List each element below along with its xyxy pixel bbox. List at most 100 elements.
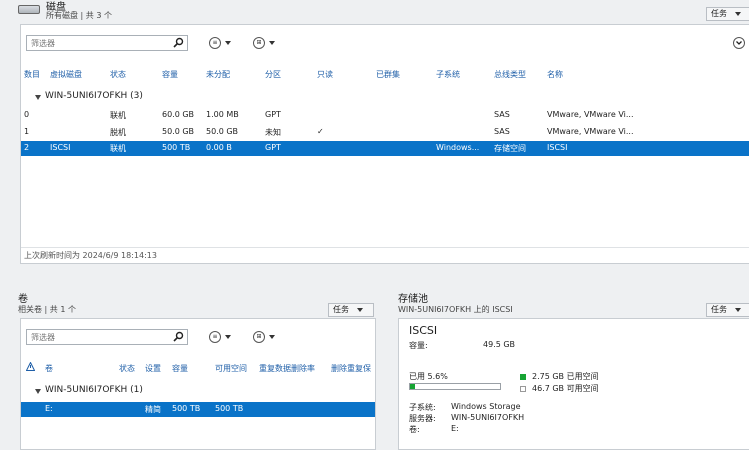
col-header-status[interactable]: 状态 [110,69,126,80]
cell-bus-type: 存储空间 [494,144,526,153]
col-header-setting[interactable]: 设置 [145,363,161,374]
table-row[interactable]: 1 脱机 50.0 GB 50.0 GB 未知 ✓ SAS VMware, VM… [21,125,749,140]
cell-subsystem: Windows... [436,143,480,152]
volumes-column-headers: 卷 状态 设置 容量 可用空间 重复数据删除率 删除重复保 [21,361,375,377]
collapse-triangle-icon[interactable] [35,95,41,100]
volumes-group-label: WIN-5UNI6I7OFKH (1) [45,385,143,395]
pool-capacity-label: 容量: [409,341,428,350]
pool-server-label: 服务器: [409,414,436,423]
disks-group-options-button[interactable]: ⊞ [253,37,275,49]
pool-subtitle: WIN-5UNI6I7OFKH 上的 ISCSI [398,305,513,314]
pool-capacity-value: 49.5 GB [483,340,516,349]
volumes-filter-input[interactable] [27,330,165,344]
group-icon: ⊞ [253,331,265,343]
cell-status: 脱机 [110,128,126,137]
volumes-title: 卷 [18,294,28,305]
volumes-view-options-button[interactable]: ≡ [209,331,231,343]
chevron-down-icon [734,307,741,312]
chevron-down-icon [269,335,275,339]
cell-number: 0 [24,110,30,119]
disks-footer-divider [21,247,749,248]
cell-capacity: 500 TB [172,404,201,413]
col-header-number[interactable]: 数目 [24,69,40,80]
cell-name: ISCSI [547,143,568,152]
cell-number: 1 [24,127,30,136]
group-icon: ⊞ [253,37,265,49]
table-row-selected[interactable]: E: 精简 500 TB 500 TB [21,402,375,417]
col-header-volume[interactable]: 卷 [45,363,53,374]
pool-subsystem-value: Windows Storage [451,402,521,411]
col-header-capacity[interactable]: 容量 [172,363,188,374]
disks-expand-icon[interactable] [733,37,745,49]
volumes-subtitle: 相关卷 | 共 1 个 [18,305,76,314]
cell-unallocated: 50.0 GB [206,127,239,136]
chevron-down-icon [225,335,231,339]
pool-volume-value: E: [451,424,459,433]
pool-volume-label: 卷: [409,425,420,434]
disks-filter-input[interactable] [27,36,165,50]
cell-name: VMware, VMware Vi... [547,110,634,119]
disks-subtitle: 所有磁盘 | 共 3 个 [46,11,112,20]
pool-subsystem-label: 子系统: [409,403,436,412]
disks-filter-box[interactable] [26,35,188,51]
disks-last-refresh: 上次刷新时间为 2024/6/9 18:14:13 [24,251,157,260]
cell-free-space: 500 TB [215,404,244,413]
disks-panel: ≡ ⊞ 数目 虚拟磁盘 状态 容量 未分配 分区 只读 已群集 子系统 总线类型… [20,24,749,264]
pool-used-label: 已用 5.6% [409,372,448,381]
col-header-capacity[interactable]: 容量 [162,69,178,80]
col-header-unallocated[interactable]: 未分配 [206,69,230,80]
cell-partition: GPT [265,143,281,152]
col-header-subsystem[interactable]: 子系统 [436,69,460,80]
pool-used-space: 2.75 GB 已用空间 [532,372,599,381]
col-header-status[interactable]: 状态 [119,363,135,374]
list-icon: ≡ [209,37,221,49]
cell-capacity: 500 TB [162,143,191,152]
volumes-group-options-button[interactable]: ⊞ [253,331,275,343]
table-row-selected[interactable]: 2 ISCSI 联机 500 TB 0.00 B GPT Windows... … [21,141,749,156]
cell-capacity: 60.0 GB [162,110,195,119]
chevron-down-icon [269,41,275,45]
table-row[interactable]: 0 联机 60.0 GB 1.00 MB GPT SAS VMware, VMw… [21,108,749,123]
volumes-tasks-button[interactable]: 任务 [328,303,374,317]
cell-unallocated: 1.00 MB [206,110,239,119]
col-header-virtual-disk[interactable]: 虚拟磁盘 [50,69,82,80]
warning-icon [25,361,36,373]
cell-name: VMware, VMware Vi... [547,127,634,136]
col-header-readonly[interactable]: 只读 [317,69,333,80]
pool-usage-bar [409,383,501,390]
col-header-dedup-rate[interactable]: 重复数据删除率 [259,363,315,374]
cell-readonly: ✓ [317,127,324,136]
cell-partition: 未知 [265,128,281,137]
cell-status: 联机 [110,144,126,153]
col-header-name[interactable]: 名称 [547,69,563,80]
collapse-triangle-icon[interactable] [35,389,41,394]
pool-tasks-button[interactable]: 任务 [706,303,749,317]
pool-panel: ISCSI 容量: 49.5 GB 已用 5.6% 2.75 GB 已用空间 4… [398,318,749,450]
cell-virtual-disk: ISCSI [50,143,71,152]
volumes-tasks-label: 任务 [333,305,349,314]
col-header-partition[interactable]: 分区 [265,69,281,80]
pool-name: ISCSI [409,324,438,337]
pool-tasks-label: 任务 [711,305,727,314]
col-header-clustered[interactable]: 已群集 [376,69,400,80]
cell-number: 2 [24,143,30,152]
disks-view-options-button[interactable]: ≡ [209,37,231,49]
cell-bus-type: SAS [494,127,510,136]
used-space-swatch [520,374,526,380]
disks-column-headers: 数目 虚拟磁盘 状态 容量 未分配 分区 只读 已群集 子系统 总线类型 名称 [21,69,749,83]
col-header-bus-type[interactable]: 总线类型 [494,69,526,80]
pool-usage-bar-fill [410,384,416,389]
disks-group-row[interactable]: WIN-5UNI6I7OFKH (3) [21,91,749,105]
volumes-filter-box[interactable] [26,329,188,345]
pool-title: 存储池 [398,294,428,305]
cell-partition: GPT [265,110,281,119]
volumes-group-row[interactable]: WIN-5UNI6I7OFKH (1) [21,385,375,399]
disks-tasks-button[interactable]: 任务 [706,7,749,21]
chevron-down-icon [356,307,363,312]
chevron-down-icon [225,41,231,45]
search-icon[interactable] [173,331,184,344]
search-icon[interactable] [173,37,184,50]
col-header-dedup-savings[interactable]: 删除重复保 [331,363,375,374]
list-icon: ≡ [209,331,221,343]
col-header-free-space[interactable]: 可用空间 [215,363,247,374]
